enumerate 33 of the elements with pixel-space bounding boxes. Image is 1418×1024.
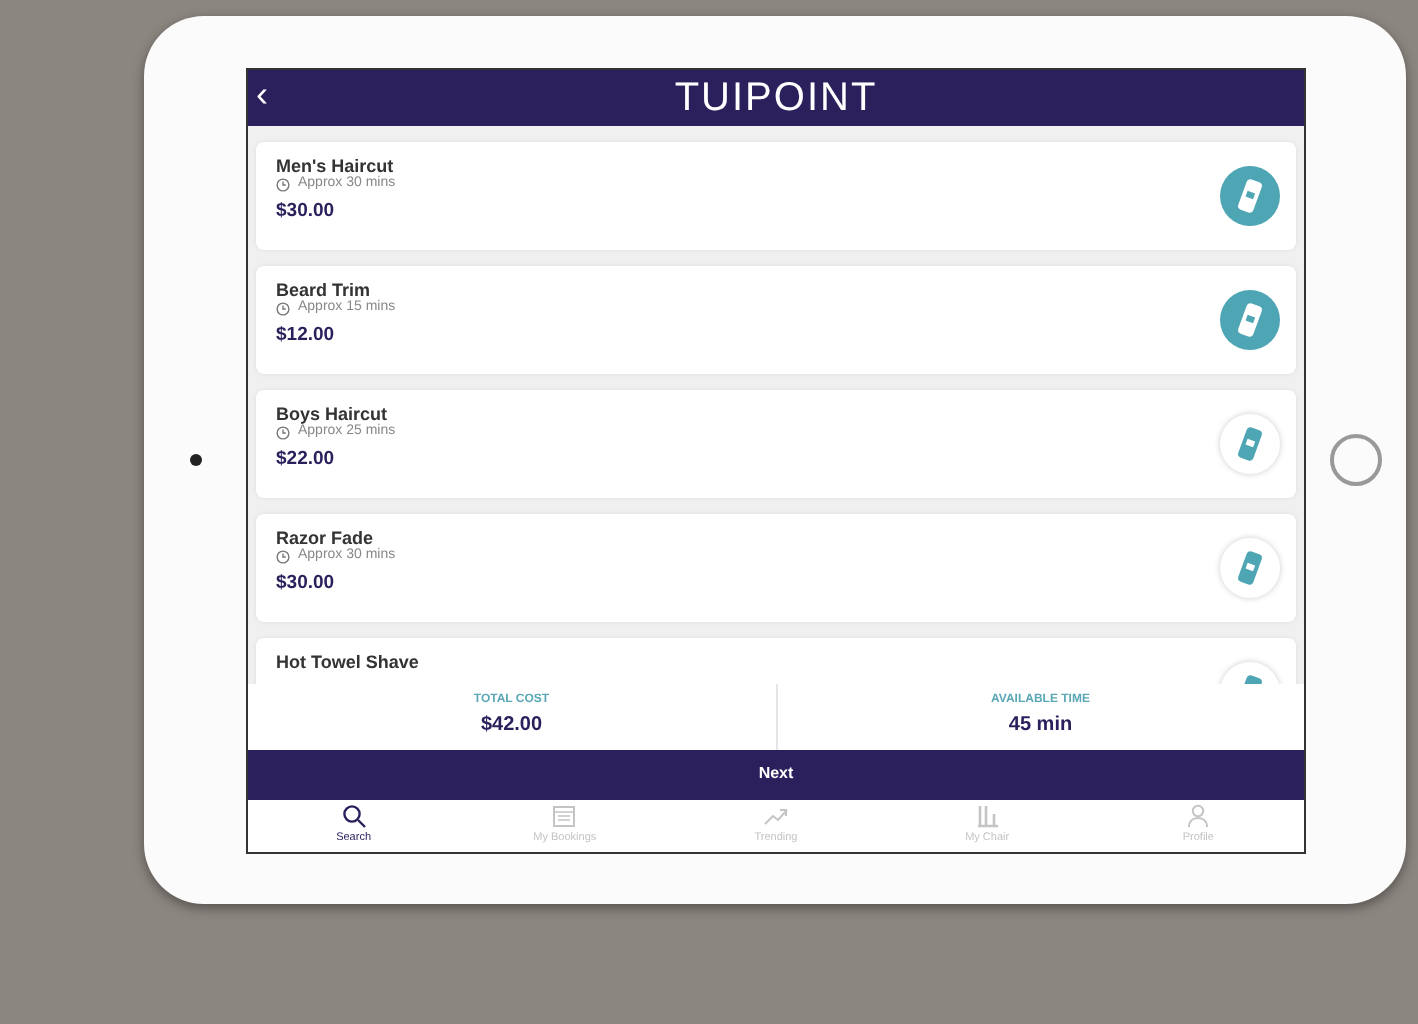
service-name: Beard Trim [276,279,373,299]
service-name: Razor Fade [276,527,376,547]
camera-icon [189,454,201,466]
phone-icon [1236,177,1264,213]
service-name: Boys Haircut [276,403,388,424]
trend-line-icon [763,803,788,827]
calendar-icon [552,803,577,827]
bars-icon [975,803,1000,827]
home-button[interactable] [1330,434,1382,486]
service-name: Men's Haircut [276,155,396,175]
person-icon [1186,803,1211,827]
clock-icon [276,177,290,192]
search-icon [341,803,366,827]
phone-icon [1236,425,1264,461]
summary-value: $42.00 [478,713,545,738]
service-price: $12.00 [276,323,337,347]
clock-icon [276,549,290,564]
select-toggle[interactable] [1220,413,1280,473]
service-price: $30.00 [276,571,337,595]
select-toggle[interactable] [1220,289,1280,349]
app-logo: TUIPOINT [674,77,878,117]
summary-value: 45 min [1006,713,1075,738]
service-name: Hot Towel Shave [276,651,419,673]
service-price: $22.00 [276,447,337,471]
select-toggle[interactable] [1220,537,1280,597]
clock-icon [276,301,290,316]
next-button[interactable]: Next [248,749,1304,799]
phone-icon [1236,301,1264,337]
back-button[interactable]: ‹ [256,75,268,111]
phone-icon [1236,549,1264,585]
select-toggle[interactable] [1220,165,1280,225]
clock-icon [276,425,290,440]
service-price: $30.00 [276,199,337,223]
